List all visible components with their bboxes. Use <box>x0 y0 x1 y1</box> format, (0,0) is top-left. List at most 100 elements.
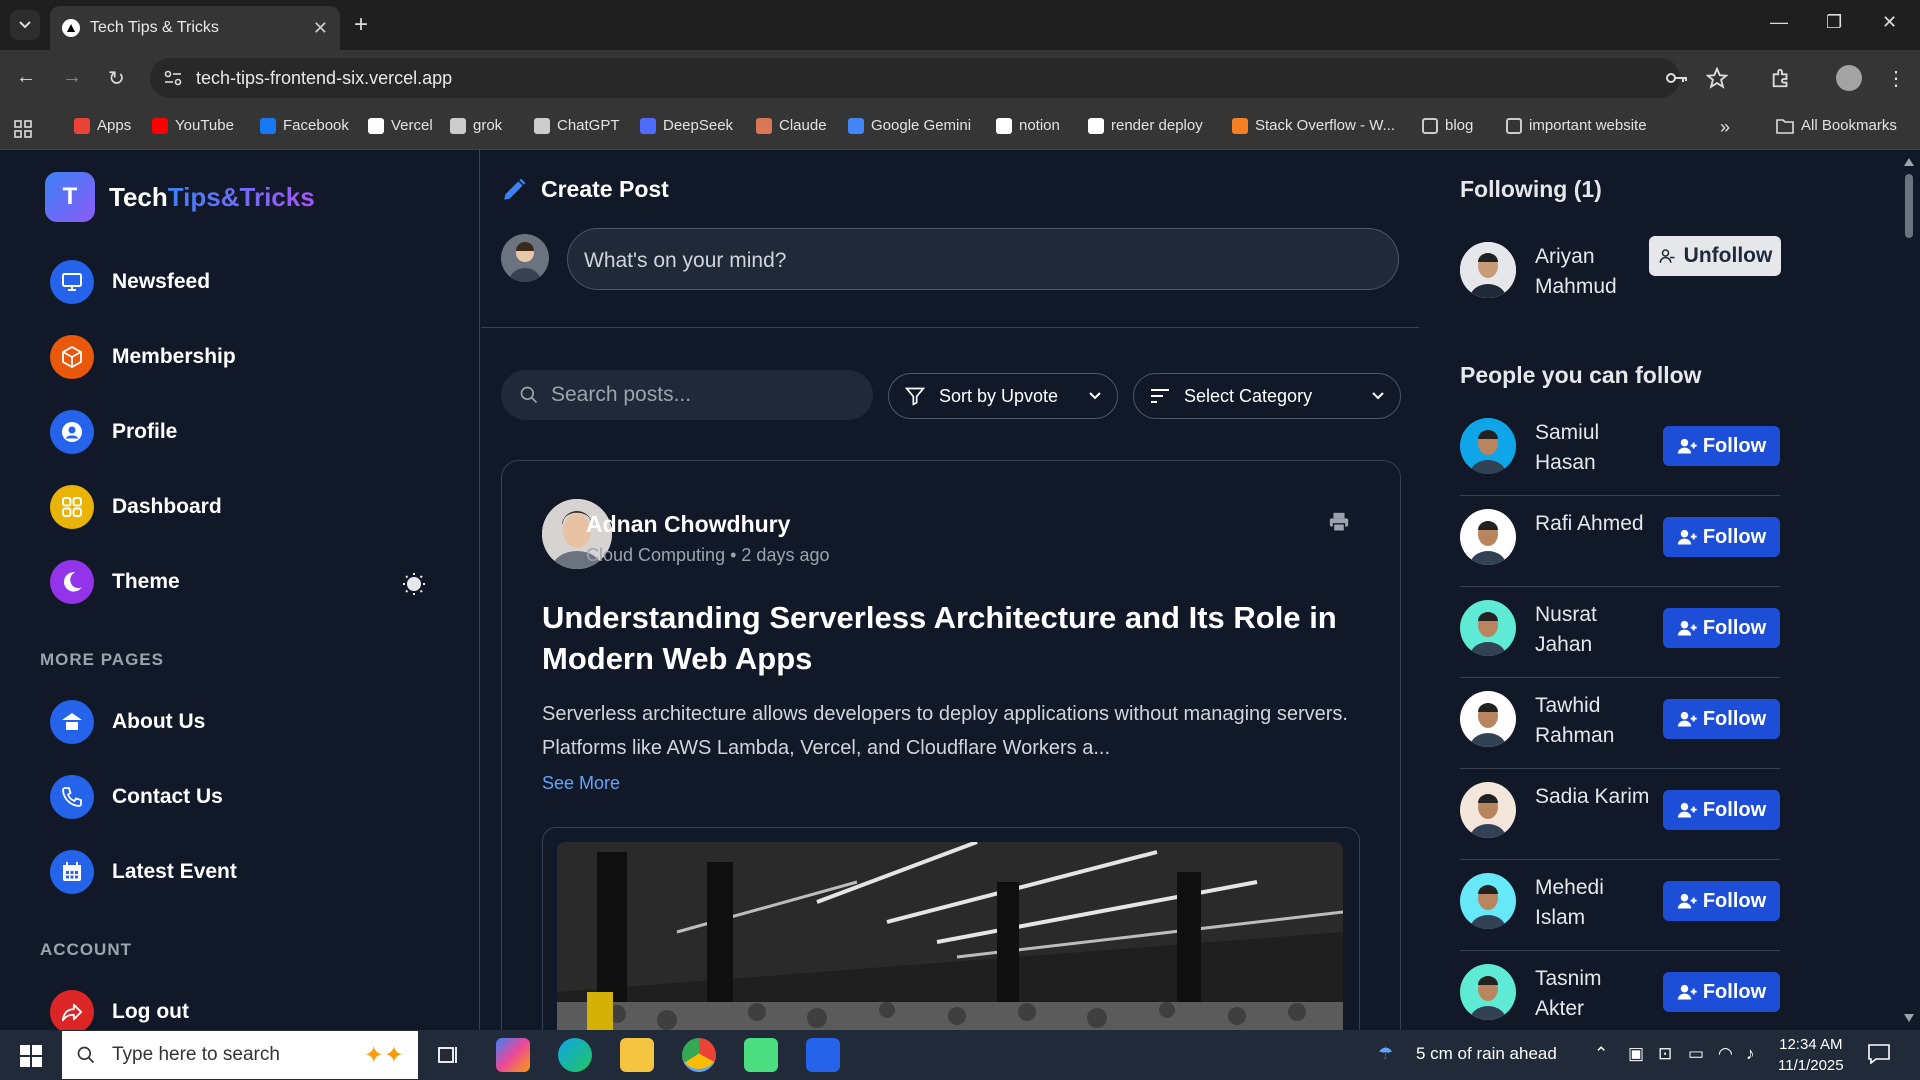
bookmark-item[interactable]: render deploy <box>1088 117 1203 134</box>
restore-icon[interactable]: ❐ <box>1826 12 1842 33</box>
post-author-name[interactable]: Adnan Chowdhury <box>586 511 790 538</box>
menu-kebab-icon[interactable]: ⋮ <box>1886 66 1906 91</box>
sidebar-item-membership[interactable]: Membership <box>50 335 236 379</box>
avatar[interactable] <box>1460 418 1516 474</box>
follow-button[interactable]: Follow <box>1663 426 1780 466</box>
extensions-icon[interactable] <box>1770 67 1792 89</box>
forward-icon[interactable]: → <box>62 66 82 89</box>
sidebar-item-logout[interactable]: Log out <box>50 990 189 1034</box>
bookmark-item[interactable]: Vercel <box>368 117 433 134</box>
weather-text[interactable]: 5 cm of rain ahead <box>1416 1044 1557 1064</box>
avatar[interactable] <box>1460 242 1516 298</box>
tray-meet-icon[interactable]: ⊡ <box>1658 1044 1672 1064</box>
back-icon[interactable]: ← <box>16 66 36 89</box>
avatar[interactable] <box>1460 509 1516 565</box>
sidebar-item-about-us[interactable]: About Us <box>50 700 205 744</box>
bookmark-item[interactable]: important website <box>1506 117 1647 134</box>
address-bar[interactable]: tech-tips-frontend-six.vercel.app <box>150 58 1728 98</box>
wifi-icon[interactable]: ◠ <box>1718 1044 1733 1064</box>
sidebar-item-newsfeed[interactable]: Newsfeed <box>50 260 210 304</box>
follow-button[interactable]: Follow <box>1663 881 1780 921</box>
avatar[interactable] <box>1460 600 1516 656</box>
apps-grid-icon[interactable] <box>14 120 32 138</box>
sun-toggle-icon[interactable] <box>402 572 426 596</box>
notifications-icon[interactable] <box>1868 1044 1890 1064</box>
suggestion-name[interactable]: Mehedi Islam <box>1535 873 1655 933</box>
post-title[interactable]: Understanding Serverless Architecture an… <box>542 597 1362 679</box>
site-settings-icon[interactable] <box>164 70 182 86</box>
suggestion-name[interactable]: Samiul Hasan <box>1535 418 1655 478</box>
avatar[interactable] <box>1460 964 1516 1020</box>
follow-button[interactable]: Follow <box>1663 608 1780 648</box>
copilot-app-icon[interactable] <box>496 1038 530 1072</box>
unfollow-button[interactable]: Unfollow <box>1649 236 1781 276</box>
suggestion-name[interactable]: Sadia Karim <box>1535 782 1655 812</box>
all-bookmarks[interactable]: All Bookmarks <box>1776 117 1897 134</box>
suggestion-name[interactable]: Tasnim Akter <box>1535 964 1655 1024</box>
see-more-link[interactable]: See More <box>542 773 620 794</box>
follow-button[interactable]: Follow <box>1663 517 1780 557</box>
edge-app-icon[interactable] <box>558 1038 592 1072</box>
sidebar-item-dashboard[interactable]: Dashboard <box>50 485 222 529</box>
category-dropdown[interactable]: Select Category <box>1133 373 1401 419</box>
follow-button[interactable]: Follow <box>1663 972 1780 1012</box>
avatar[interactable] <box>1460 873 1516 929</box>
browser-tab[interactable]: Tech Tips & Tricks ✕ <box>50 6 340 50</box>
print-icon[interactable] <box>1328 511 1350 533</box>
bookmark-item[interactable]: notion <box>996 117 1060 134</box>
bookmark-item[interactable]: Apps <box>74 117 131 134</box>
sort-dropdown[interactable]: Sort by Upvote <box>888 373 1118 419</box>
scroll-down-icon[interactable] <box>1904 1014 1914 1022</box>
bookmarks-overflow-icon[interactable]: » <box>1720 117 1730 138</box>
file-explorer-icon[interactable] <box>620 1038 654 1072</box>
sidebar-item-contact-us[interactable]: Contact Us <box>50 775 223 819</box>
bookmark-item[interactable]: blog <box>1422 117 1473 134</box>
avatar[interactable] <box>1460 782 1516 838</box>
windows-start-icon[interactable] <box>20 1045 42 1067</box>
bookmark-item[interactable]: Google Gemini <box>848 117 971 134</box>
tab-search-button[interactable] <box>10 10 40 40</box>
close-window-icon[interactable]: ✕ <box>1882 12 1897 33</box>
bookmark-item[interactable]: grok <box>450 117 502 134</box>
close-tab-icon[interactable]: ✕ <box>313 18 328 39</box>
taskbar-clock[interactable]: 12:34 AM 11/1/2025 <box>1778 1034 1844 1076</box>
chrome-app-icon[interactable] <box>682 1038 716 1072</box>
sidebar-item-latest-event[interactable]: Latest Event <box>50 850 237 894</box>
tray-chevron-up-icon[interactable]: ⌃ <box>1594 1044 1608 1064</box>
scroll-up-icon[interactable] <box>1904 158 1914 166</box>
bookmark-item[interactable]: Claude <box>756 117 827 134</box>
create-post-input[interactable]: What's on your mind? <box>567 228 1399 290</box>
password-key-icon[interactable] <box>1665 69 1689 87</box>
bookmark-star-icon[interactable] <box>1706 67 1728 89</box>
reload-icon[interactable]: ↻ <box>108 66 125 91</box>
sidebar-item-profile[interactable]: Profile <box>50 410 177 454</box>
sidebar-item-theme[interactable]: Theme <box>50 560 180 604</box>
follow-button[interactable]: Follow <box>1663 790 1780 830</box>
vscode-app-icon[interactable] <box>806 1038 840 1072</box>
suggestion-name[interactable]: Tawhid Rahman <box>1535 691 1655 751</box>
bookmark-item[interactable]: Stack Overflow - W... <box>1232 117 1395 134</box>
search-posts-input[interactable]: Search posts... <box>501 370 873 420</box>
volume-icon[interactable]: ♪ <box>1746 1044 1755 1064</box>
bookmark-item[interactable]: YouTube <box>152 117 234 134</box>
scrollbar-thumb[interactable] <box>1905 174 1913 238</box>
taskbar-search[interactable]: Type here to search ✦✦ <box>62 1031 418 1079</box>
new-tab-button[interactable]: + <box>354 12 368 38</box>
battery-icon[interactable]: ▭ <box>1688 1044 1704 1064</box>
minimize-icon[interactable]: — <box>1770 12 1788 33</box>
suggestion-name[interactable]: Rafi Ahmed <box>1535 509 1655 539</box>
bookmark-item[interactable]: ChatGPT <box>534 117 620 134</box>
site-logo[interactable]: T TechTips&Tricks <box>45 172 315 222</box>
following-name[interactable]: Ariyan Mahmud <box>1535 242 1655 302</box>
follow-button[interactable]: Follow <box>1663 699 1780 739</box>
current-user-avatar[interactable] <box>501 234 549 282</box>
task-view-icon[interactable] <box>438 1044 460 1066</box>
bookmark-item[interactable]: DeepSeek <box>640 117 733 134</box>
suggestion-name[interactable]: Nusrat Jahan <box>1535 600 1655 660</box>
post-image-office[interactable] <box>557 842 1343 1062</box>
bookmark-item[interactable]: Facebook <box>260 117 349 134</box>
image-viewer-app-icon[interactable] <box>744 1038 778 1072</box>
tray-devices-icon[interactable]: ▣ <box>1628 1044 1644 1064</box>
profile-avatar[interactable] <box>1836 65 1862 91</box>
avatar[interactable] <box>1460 691 1516 747</box>
